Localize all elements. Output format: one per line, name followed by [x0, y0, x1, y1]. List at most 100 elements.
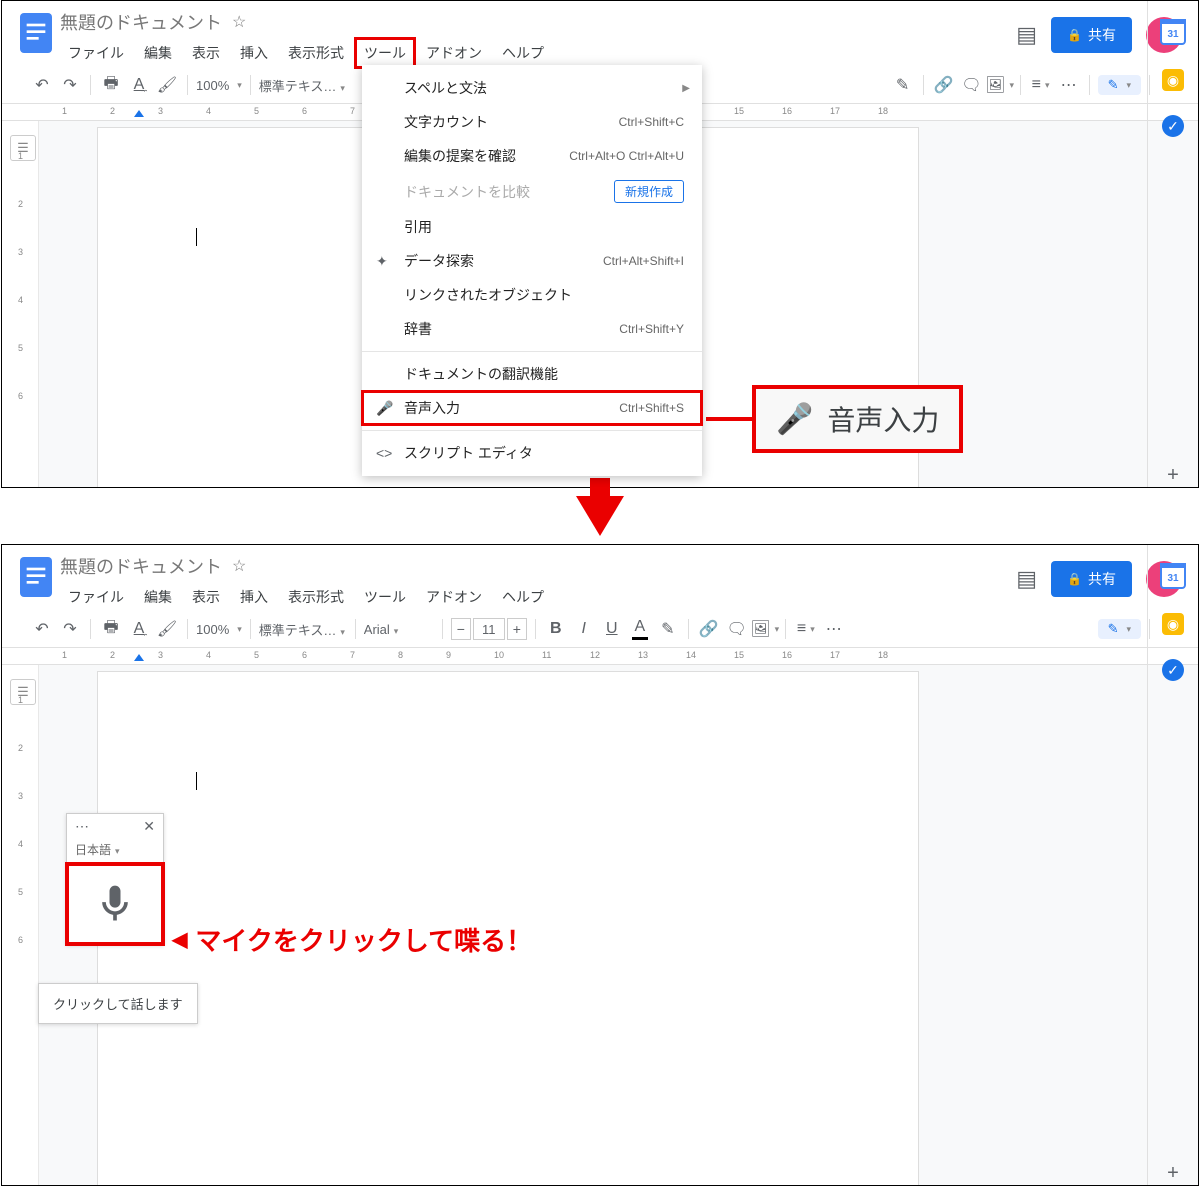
star-icon[interactable]: ☆ — [232, 12, 246, 32]
menu-insert[interactable]: 挿入 — [232, 39, 276, 67]
font-select[interactable]: Arial — [364, 622, 434, 637]
indent-marker-icon[interactable] — [134, 110, 144, 117]
share-label: 共有 — [1088, 569, 1116, 589]
zoom-select[interactable]: 100% — [196, 622, 242, 637]
italic-icon[interactable]: I — [572, 615, 596, 643]
highlight-icon[interactable]: ✎ — [891, 71, 915, 99]
side-panel: 31 ◉ ✓ + — [1147, 1, 1198, 487]
menu-format[interactable]: 表示形式 — [280, 583, 352, 611]
outline-toggle-icon[interactable]: ☰ — [10, 135, 36, 161]
doc-title[interactable]: 無題のドキュメント — [60, 553, 222, 579]
addons-plus-icon[interactable]: + — [1167, 1162, 1179, 1185]
style-select[interactable]: 標準テキス… — [259, 76, 347, 95]
font-size-input[interactable]: 11 — [473, 618, 505, 640]
menu-tools[interactable]: ツール — [356, 583, 414, 611]
outline-toggle-icon[interactable]: ☰ — [10, 679, 36, 705]
undo-icon[interactable]: ↶ — [30, 615, 54, 643]
new-badge[interactable]: 新規作成 — [614, 180, 684, 203]
text-color-icon[interactable]: A — [628, 615, 652, 643]
style-select[interactable]: 標準テキス… — [259, 620, 347, 639]
decrease-font-button[interactable]: − — [451, 618, 471, 640]
link-icon[interactable]: 🔗 — [697, 615, 721, 643]
toolbar: ↶ ↷ 🖶 A̼ 🖌 100% 標準テキス… Arial − 11 + B I … — [2, 611, 1198, 648]
tasks-icon[interactable]: ✓ — [1162, 659, 1184, 681]
menu-file[interactable]: ファイル — [60, 583, 132, 611]
docs-logo-icon[interactable] — [18, 553, 54, 601]
menu-edit[interactable]: 編集 — [136, 583, 180, 611]
increase-font-button[interactable]: + — [507, 618, 527, 640]
image-icon[interactable]: 🖼 — [753, 615, 777, 643]
voice-tooltip: クリックして話します — [38, 983, 198, 1024]
menu-item-linked[interactable]: リンクされたオブジェクト — [362, 278, 702, 312]
menu-item-dictionary[interactable]: 辞書Ctrl+Shift+Y — [362, 312, 702, 346]
doc-title[interactable]: 無題のドキュメント — [60, 9, 222, 35]
more-icon[interactable]: ⋯ — [1057, 71, 1081, 99]
menu-file[interactable]: ファイル — [60, 39, 132, 67]
menu-insert[interactable]: 挿入 — [232, 583, 276, 611]
menu-view[interactable]: 表示 — [184, 39, 228, 67]
menu-item-wordcount[interactable]: 文字カウントCtrl+Shift+C — [362, 105, 702, 139]
voice-mic-button[interactable] — [67, 864, 163, 944]
close-icon[interactable]: ✕ — [143, 818, 155, 835]
menu-addons[interactable]: アドオン — [418, 583, 490, 611]
addons-plus-icon[interactable]: + — [1167, 464, 1179, 487]
menu-item-explore[interactable]: ✦データ探索Ctrl+Alt+Shift+I — [362, 244, 702, 278]
calendar-icon[interactable]: 31 — [1160, 563, 1186, 589]
menu-help[interactable]: ヘルプ — [494, 39, 552, 67]
comments-icon[interactable]: ▤ — [1016, 22, 1037, 48]
voice-language-select[interactable]: 日本語 — [67, 839, 163, 864]
callout-connector — [706, 417, 752, 421]
paint-format-icon[interactable]: 🖌 — [155, 71, 179, 99]
indent-marker-icon[interactable] — [134, 654, 144, 661]
spellcheck-icon[interactable]: A̼ — [127, 71, 151, 99]
tasks-icon[interactable]: ✓ — [1162, 115, 1184, 137]
link-icon[interactable]: 🔗 — [932, 71, 956, 99]
explore-icon: ✦ — [376, 253, 388, 270]
calendar-icon[interactable]: 31 — [1160, 19, 1186, 45]
redo-icon[interactable]: ↷ — [58, 71, 82, 99]
header: 無題のドキュメント ☆ ファイル 編集 表示 挿入 表示形式 ツール アドオン … — [2, 1, 1198, 67]
voice-callout: 🎤 音声入力 — [752, 385, 963, 453]
menu-item-translate[interactable]: ドキュメントの翻訳機能 — [362, 357, 702, 391]
menu-view[interactable]: 表示 — [184, 583, 228, 611]
docs-logo-icon[interactable] — [18, 9, 54, 57]
editing-mode[interactable]: ✎ — [1098, 619, 1141, 639]
star-icon[interactable]: ☆ — [232, 556, 246, 576]
align-icon[interactable]: ≡ — [1029, 71, 1053, 99]
comments-icon[interactable]: ▤ — [1016, 566, 1037, 592]
spellcheck-icon[interactable]: A̼ — [127, 615, 151, 643]
redo-icon[interactable]: ↷ — [58, 615, 82, 643]
menu-item-voice[interactable]: 🎤音声入力Ctrl+Shift+S — [362, 391, 702, 425]
undo-icon[interactable]: ↶ — [30, 71, 54, 99]
print-icon[interactable]: 🖶 — [99, 71, 123, 99]
comment-add-icon[interactable]: 🗨 — [960, 71, 984, 99]
menu-item-spelling[interactable]: スペルと文法▶ — [362, 71, 702, 105]
font-size: − 11 + — [451, 618, 527, 640]
bold-icon[interactable]: B — [544, 615, 568, 643]
vertical-ruler: 123456 — [2, 121, 39, 488]
menu-tools[interactable]: ツール — [356, 39, 414, 67]
menu-help[interactable]: ヘルプ — [494, 583, 552, 611]
share-button[interactable]: 🔒共有 — [1051, 561, 1132, 597]
paint-format-icon[interactable]: 🖌 — [155, 615, 179, 643]
menu-addons[interactable]: アドオン — [418, 39, 490, 67]
keep-icon[interactable]: ◉ — [1162, 69, 1184, 91]
keep-icon[interactable]: ◉ — [1162, 613, 1184, 635]
zoom-select[interactable]: 100% — [196, 78, 242, 93]
menu-item-script-editor[interactable]: <>スクリプト エディタ — [362, 436, 702, 470]
more-icon[interactable]: ⋯ — [822, 615, 846, 643]
comment-add-icon[interactable]: 🗨 — [725, 615, 749, 643]
menu-format[interactable]: 表示形式 — [280, 39, 352, 67]
voice-menu-icon[interactable]: ⋯ — [75, 818, 89, 835]
editing-mode[interactable]: ✎ — [1098, 75, 1141, 95]
menu-bar: ファイル 編集 表示 挿入 表示形式 ツール アドオン ヘルプ — [60, 583, 1016, 611]
image-icon[interactable]: 🖼 — [988, 71, 1012, 99]
menu-item-citations[interactable]: 引用 — [362, 210, 702, 244]
underline-icon[interactable]: U — [600, 615, 624, 643]
highlight-icon[interactable]: ✎ — [656, 615, 680, 643]
print-icon[interactable]: 🖶 — [99, 615, 123, 643]
align-icon[interactable]: ≡ — [794, 615, 818, 643]
menu-edit[interactable]: 編集 — [136, 39, 180, 67]
menu-item-review[interactable]: 編集の提案を確認Ctrl+Alt+O Ctrl+Alt+U — [362, 139, 702, 173]
share-button[interactable]: 🔒共有 — [1051, 17, 1132, 53]
